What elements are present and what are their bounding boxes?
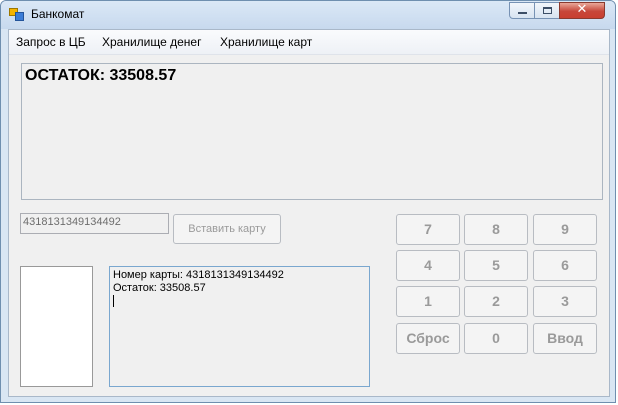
key-3[interactable]: 3	[533, 286, 597, 317]
title-bar: Банкомат ✕	[1, 1, 615, 29]
minimize-button[interactable]	[509, 2, 535, 19]
enter-button[interactable]: Ввод	[533, 323, 597, 354]
close-button[interactable]: ✕	[559, 2, 605, 19]
menu-bar: Запрос в ЦБ Хранилище денег Хранилище ка…	[9, 30, 609, 55]
log-line-balance: Остаток: 33508.57	[113, 282, 206, 294]
key-8[interactable]: 8	[464, 214, 528, 245]
key-9[interactable]: 9	[533, 214, 597, 245]
log-textarea[interactable]: Номер карты: 4318131349134492 Остаток: 3…	[109, 266, 370, 387]
log-line-card-number: Номер карты: 4318131349134492	[113, 269, 284, 281]
key-6[interactable]: 6	[533, 250, 597, 281]
maximize-icon	[543, 7, 552, 14]
balance-text: ОСТАТОК: 33508.57	[25, 67, 177, 84]
key-7[interactable]: 7	[396, 214, 460, 245]
log-caret-line	[113, 295, 366, 311]
atm-window: Банкомат ✕ Запрос в ЦБ Хранилище денег Х…	[0, 0, 616, 403]
menu-item-money-storage[interactable]: Хранилище денег	[102, 35, 202, 49]
menu-item-cb-request[interactable]: Запрос в ЦБ	[16, 35, 86, 49]
insert-card-button[interactable]: Вставить карту	[173, 214, 281, 244]
app-icon	[9, 8, 24, 21]
close-icon: ✕	[576, 2, 588, 17]
key-0[interactable]: 0	[464, 323, 528, 354]
minimize-icon	[518, 12, 527, 14]
window-title: Банкомат	[31, 7, 85, 21]
key-5[interactable]: 5	[464, 250, 528, 281]
key-2[interactable]: 2	[464, 286, 528, 317]
maximize-button[interactable]	[534, 2, 560, 19]
card-slot	[20, 266, 93, 387]
reset-button[interactable]: Сброс	[396, 323, 460, 354]
menu-item-card-storage[interactable]: Хранилище карт	[220, 35, 312, 49]
client-area: Запрос в ЦБ Хранилище денег Хранилище ка…	[8, 29, 610, 397]
balance-display: ОСТАТОК: 33508.57	[21, 63, 603, 200]
card-number-field[interactable]: 4318131349134492	[20, 213, 169, 234]
text-caret	[113, 295, 114, 307]
key-4[interactable]: 4	[396, 250, 460, 281]
key-1[interactable]: 1	[396, 286, 460, 317]
